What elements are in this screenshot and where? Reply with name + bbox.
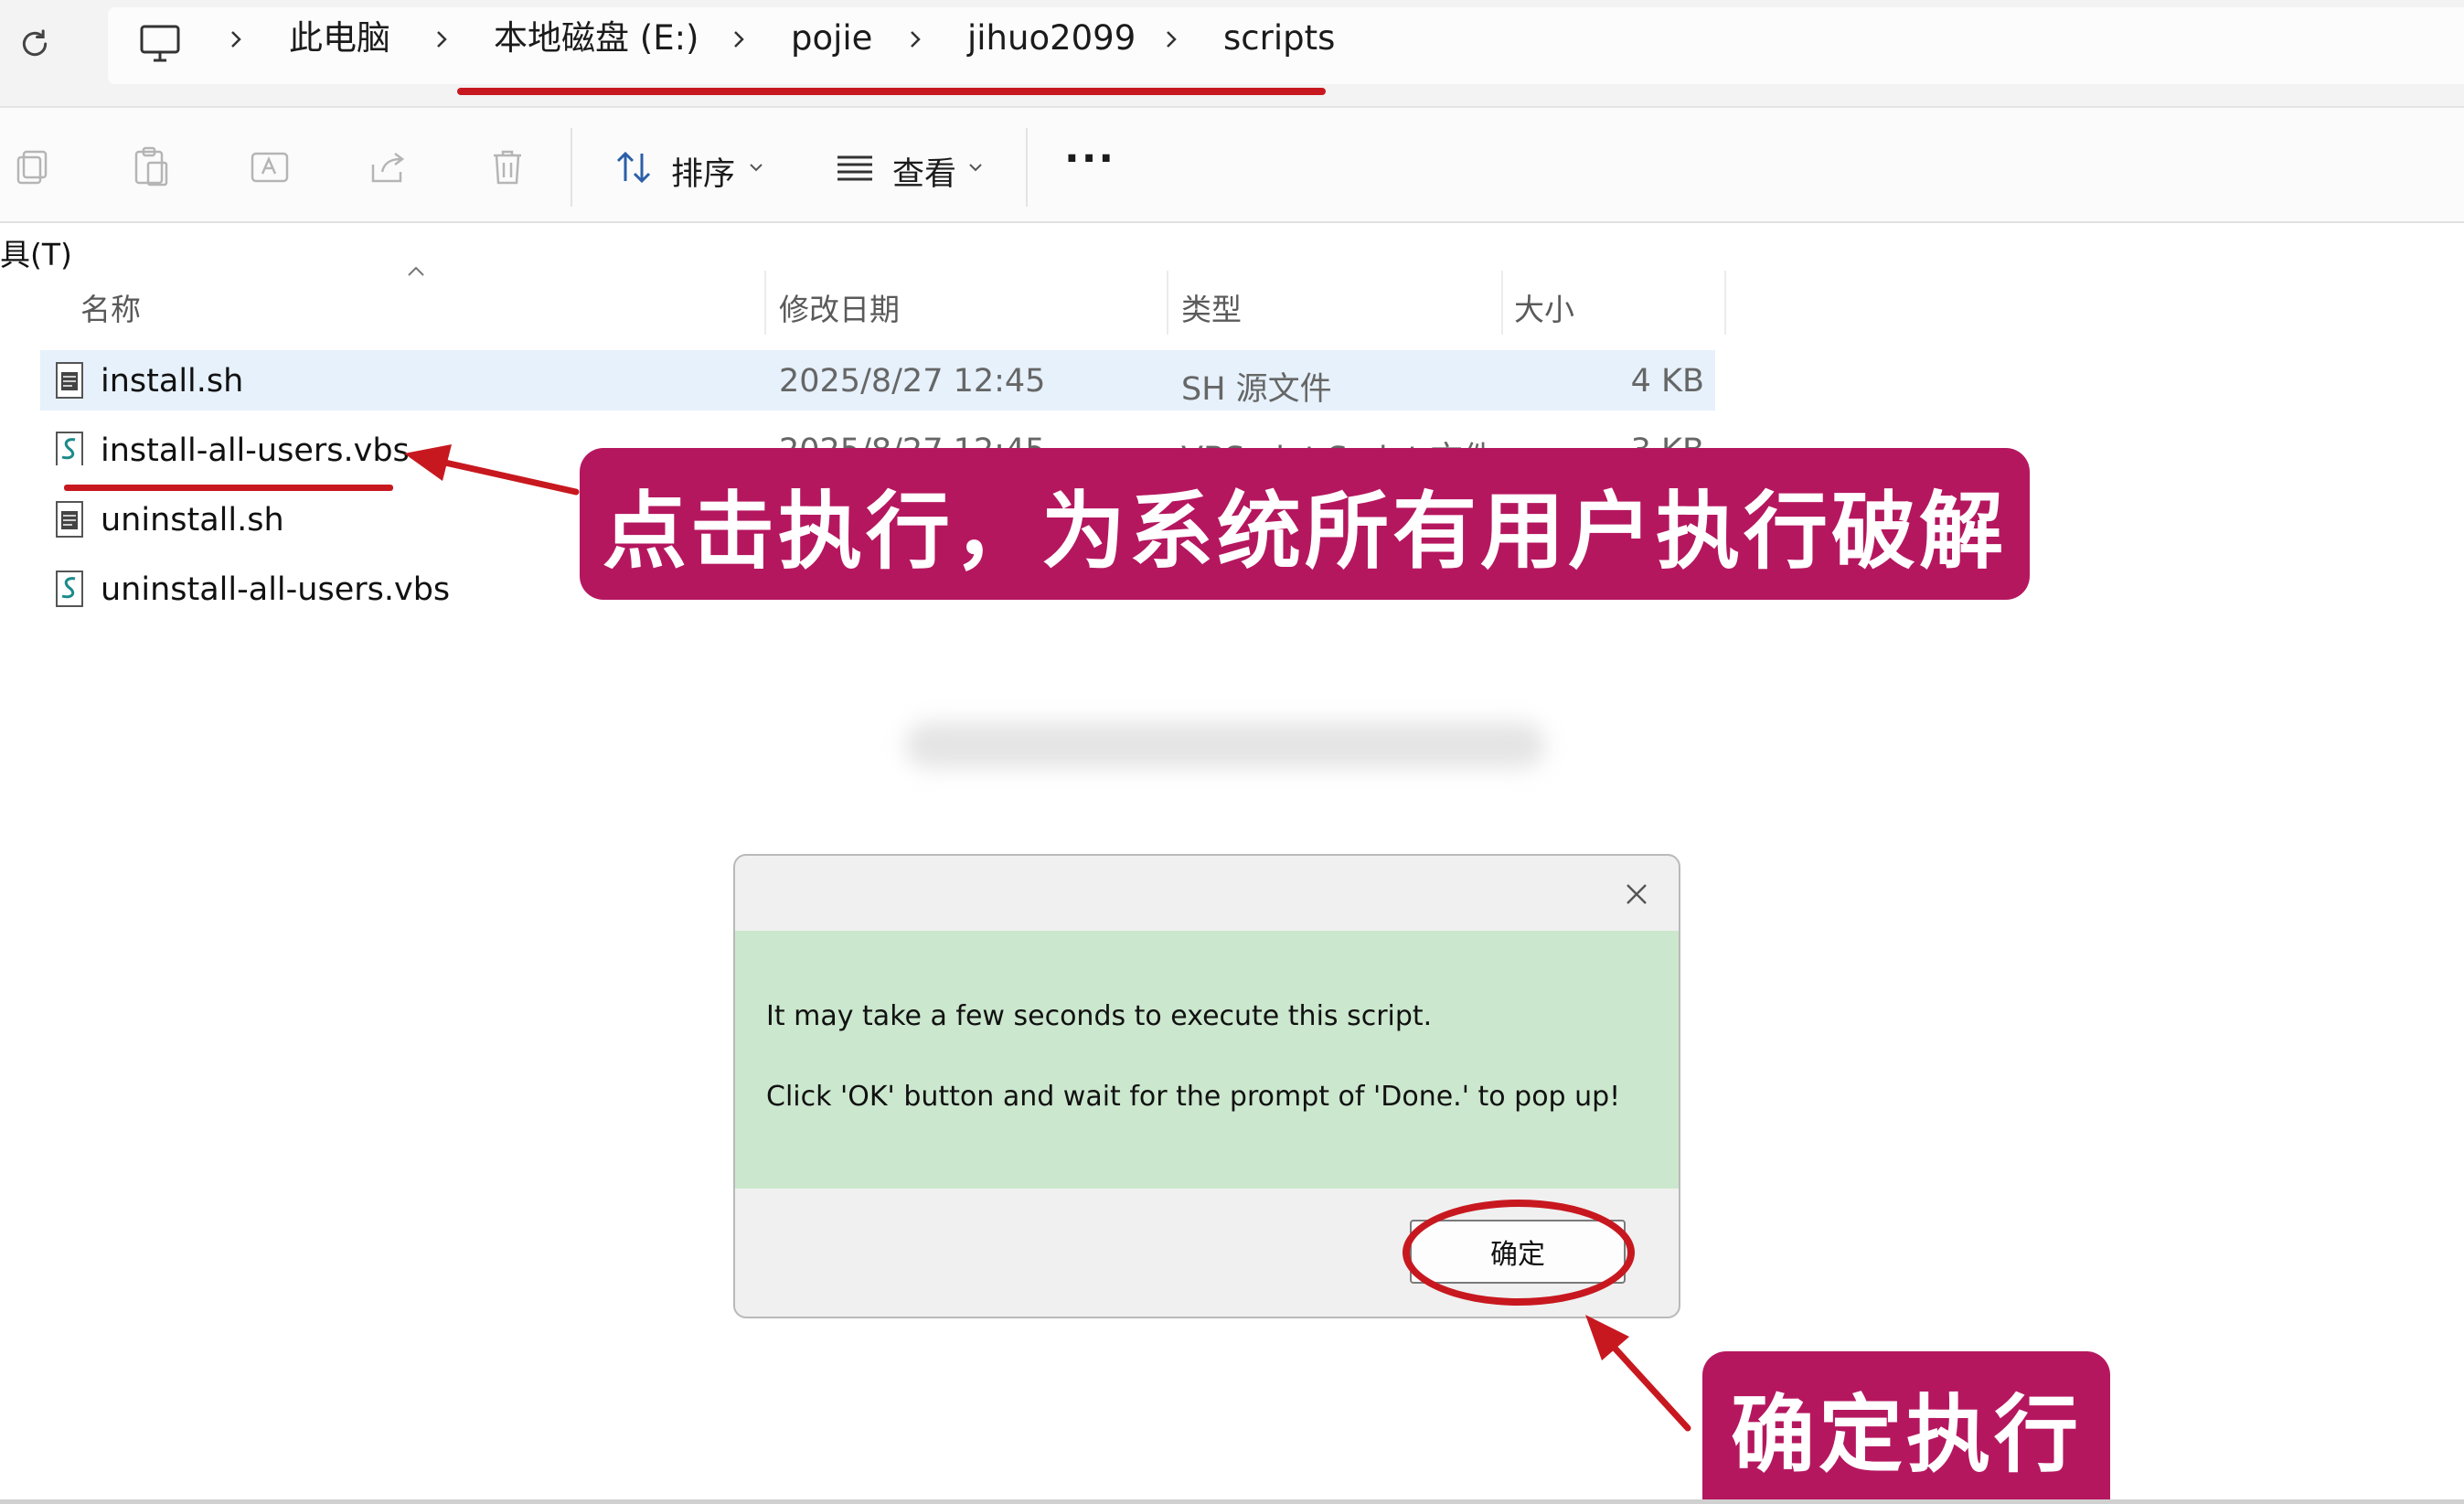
vbs-file-icon bbox=[56, 571, 83, 607]
address-bar-row: 此电脑 本地磁盘 (E:) pojie jihuo2099 scripts bbox=[0, 0, 2464, 107]
file-name[interactable]: install.sh bbox=[101, 363, 243, 400]
path-highlight-underline bbox=[457, 88, 1326, 95]
more-options-button[interactable]: ··· bbox=[1064, 135, 1115, 182]
refresh-icon bbox=[22, 29, 48, 57]
arrow-to-ok-button bbox=[1585, 1315, 1691, 1432]
dialog-message-line-2: Click 'OK' button and wait for the promp… bbox=[766, 1081, 1621, 1113]
column-header-row: 名称 修改日期 类型 大小 bbox=[0, 271, 1728, 335]
chevron-right-icon bbox=[231, 31, 241, 48]
this-pc-icon[interactable] bbox=[137, 24, 183, 64]
file-size: 4 KB bbox=[1630, 363, 1704, 400]
column-divider[interactable] bbox=[1167, 271, 1168, 335]
copy-icon[interactable] bbox=[11, 144, 57, 190]
column-header-name[interactable]: 名称 bbox=[80, 285, 141, 329]
vbs-file-icon bbox=[56, 432, 83, 465]
view-button[interactable]: 查看 bbox=[892, 148, 956, 195]
breadcrumb-item-this-pc[interactable]: 此电脑 bbox=[289, 19, 390, 58]
file-name[interactable]: uninstall.sh bbox=[101, 502, 284, 539]
column-divider[interactable] bbox=[1724, 271, 1726, 335]
delete-icon[interactable] bbox=[485, 144, 530, 190]
sh-file-icon bbox=[56, 362, 83, 399]
breadcrumb-item-pojie[interactable]: pojie bbox=[791, 19, 872, 58]
column-divider[interactable] bbox=[764, 271, 766, 335]
file-date: 2025/8/27 12:45 bbox=[779, 363, 1046, 400]
callout-confirm-run: 确定执行 bbox=[1702, 1351, 2110, 1504]
chevron-right-icon bbox=[437, 31, 447, 48]
table-row[interactable]: install.sh 2025/8/27 12:45 SH 源文件 4 KB bbox=[40, 350, 1715, 411]
chevron-down-icon bbox=[969, 164, 982, 172]
close-icon[interactable] bbox=[1618, 876, 1655, 912]
chevron-right-icon bbox=[1167, 31, 1177, 48]
ok-button-highlight-circle bbox=[1403, 1200, 1635, 1306]
callout-run-for-all-users: 点击执行，为系统所有用户执行破解 bbox=[580, 448, 2030, 600]
blurred-watermark bbox=[905, 722, 1545, 768]
rename-icon[interactable] bbox=[247, 144, 293, 190]
column-header-size[interactable]: 大小 bbox=[1514, 285, 1574, 329]
view-icon bbox=[837, 155, 872, 181]
breadcrumb-item-drive-e[interactable]: 本地磁盘 (E:) bbox=[494, 19, 699, 58]
menu-tools[interactable]: 具(T) bbox=[0, 230, 72, 274]
sort-icon bbox=[616, 151, 651, 184]
breadcrumb-item-scripts[interactable]: scripts bbox=[1223, 19, 1335, 58]
toolbar-divider bbox=[1026, 128, 1028, 207]
refresh-button[interactable] bbox=[13, 22, 57, 66]
toolbar-divider bbox=[571, 128, 572, 207]
divider bbox=[0, 1499, 2464, 1504]
column-header-type[interactable]: 类型 bbox=[1181, 285, 1242, 329]
file-name[interactable]: uninstall-all-users.vbs bbox=[101, 571, 450, 608]
screenshot-stage: 此电脑 本地磁盘 (E:) pojie jihuo2099 scripts 排序… bbox=[0, 0, 2464, 1504]
file-type: SH 源文件 bbox=[1181, 371, 1332, 408]
share-icon[interactable] bbox=[366, 144, 411, 190]
column-header-date[interactable]: 修改日期 bbox=[779, 285, 900, 329]
file-name[interactable]: install-all-users.vbs bbox=[101, 432, 410, 465]
command-toolbar: 排序 查看 ··· bbox=[0, 108, 2464, 223]
chevron-right-icon bbox=[734, 31, 744, 48]
chevron-down-icon bbox=[750, 164, 763, 172]
chevron-right-icon bbox=[911, 31, 921, 48]
dialog-message-line-1: It may take a few seconds to execute thi… bbox=[766, 1000, 1433, 1032]
breadcrumb-item-jihuo2099[interactable]: jihuo2099 bbox=[967, 19, 1136, 58]
sort-button[interactable]: 排序 bbox=[671, 148, 735, 195]
sh-file-icon bbox=[56, 501, 83, 538]
paste-icon[interactable] bbox=[128, 144, 174, 190]
dialog-message-area: It may take a few seconds to execute thi… bbox=[735, 931, 1679, 1189]
column-divider[interactable] bbox=[1501, 271, 1503, 335]
